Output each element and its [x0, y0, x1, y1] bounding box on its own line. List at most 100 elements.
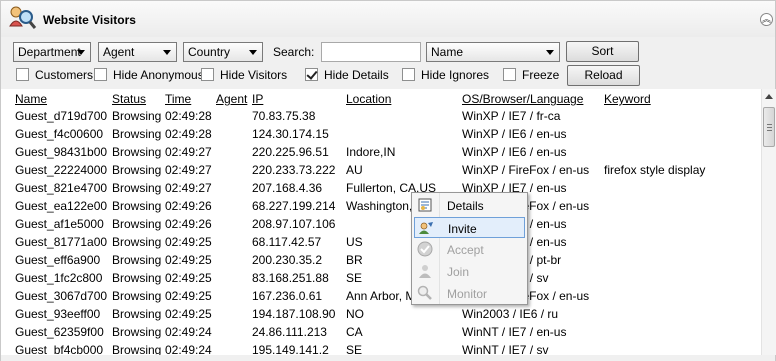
title-bar: Website Visitors ︽ — [1, 1, 775, 37]
table-row[interactable]: Guest_3067d700 Browsing 02:49:25 167.236.0.… — [1, 287, 761, 305]
cell-status: Browsing — [112, 181, 162, 195]
menu-item-accept[interactable]: Accept — [414, 239, 525, 260]
checkbox-label: Hide Details — [324, 68, 389, 82]
cell-status: Browsing — [112, 253, 162, 267]
cell-time: 02:49:24 — [165, 343, 212, 355]
visitors-magnifier-icon — [9, 6, 37, 29]
table-row[interactable]: Guest_22224000 Browsing 02:49:27 220.233.73… — [1, 161, 761, 179]
column-header-location[interactable]: Location — [346, 92, 391, 106]
grip-line — [767, 124, 772, 125]
chevron-down-icon — [163, 50, 171, 55]
cell-status: Browsing — [112, 109, 162, 123]
column-header-status[interactable]: Status — [112, 92, 146, 106]
window-title: Website Visitors — [43, 13, 136, 27]
column-header-os-browser-language[interactable]: OS/Browser/Language — [462, 92, 583, 106]
cell-status: Browsing — [112, 163, 162, 177]
menu-item-label: Details — [447, 199, 484, 213]
table-row[interactable]: Guest_98431b00 Browsing 02:49:27 220.225.96… — [1, 143, 761, 161]
column-header-time[interactable]: Time — [165, 92, 191, 106]
column-header-agent[interactable]: Agent — [216, 92, 247, 106]
search-label: Search: — [273, 45, 315, 59]
table-row[interactable]: Guest_93eeff00 Browsing 02:49:25 194.187.10… — [1, 305, 761, 323]
menu-item-details[interactable]: Details — [414, 195, 525, 216]
search-input[interactable] — [321, 42, 421, 62]
visitors-table: Name Status Time Agent IP Location OS/Br… — [1, 89, 761, 355]
agent-select[interactable]: Agent — [98, 42, 177, 62]
table-row[interactable]: Guest_d719d700 Browsing 02:49:28 70.83.75.3… — [1, 107, 761, 125]
cell-status: Browsing — [112, 343, 162, 355]
department-select[interactable]: Department — [13, 42, 91, 62]
cell-time: 02:49:28 — [165, 109, 212, 123]
checkbox-box — [402, 68, 415, 81]
table-row[interactable]: Guest_81771a00 Browsing 02:49:25 68.117.42.… — [1, 233, 761, 251]
table-row[interactable]: Guest_1fc2c800 Browsing 02:49:25 83.168.251… — [1, 269, 761, 287]
cell-name: Guest_821e4700 — [15, 181, 108, 195]
hide-details-checkbox[interactable]: Hide Details — [305, 68, 389, 84]
bottom-edge — [1, 355, 775, 361]
scroll-thumb[interactable] — [763, 107, 775, 147]
cell-name: Guest_af1e5000 — [15, 217, 104, 231]
cell-location: SE — [346, 343, 363, 355]
details-icon — [418, 198, 432, 212]
filter-toolbar: Department Agent Country Search: Name So… — [1, 37, 775, 89]
reload-button[interactable]: Reload — [567, 65, 640, 86]
country-select[interactable]: Country — [183, 42, 263, 62]
menu-item-join[interactable]: Join — [414, 261, 525, 282]
table-row[interactable]: Guest_62359f00 Browsing 02:49:24 24.86.111.… — [1, 323, 761, 341]
visitor-context-menu: Details Invite Accept Join Monitor — [411, 192, 528, 305]
cell-ip: 124.30.174.15 — [252, 127, 329, 141]
customers-checkbox[interactable]: Customers — [16, 68, 93, 84]
invite-icon — [419, 222, 433, 234]
cell-time: 02:49:27 — [165, 145, 212, 159]
cell-time: 02:49:25 — [165, 271, 212, 285]
cell-name: Guest_d719d700 — [15, 109, 108, 123]
table-row[interactable]: Guest_af1e5000 Browsing 02:49:26 208.97.107… — [1, 215, 761, 233]
sort-field-select[interactable]: Name — [426, 42, 560, 62]
cell-ip: 68.117.42.57 — [252, 235, 322, 249]
cell-os-browser-language: WinXP / FireFox / en-us — [462, 163, 590, 177]
table-row[interactable]: Guest_f4c00600 Browsing 02:49:28 124.30.174… — [1, 125, 761, 143]
checkbox-box — [503, 68, 516, 81]
menu-item-invite[interactable]: Invite — [414, 217, 525, 238]
cell-os-browser-language: WinNT / IE7 / en-us — [462, 325, 567, 339]
sort-field-value: Name — [431, 45, 464, 59]
column-header-keyword[interactable]: Keyword — [604, 92, 651, 106]
collapse-chevron-icon[interactable]: ︽ — [760, 13, 773, 26]
cell-ip: 208.97.107.106 — [252, 217, 336, 231]
cell-time: 02:49:25 — [165, 253, 212, 267]
scroll-up-arrow-icon[interactable] — [765, 94, 773, 99]
vertical-scrollbar[interactable] — [761, 89, 776, 355]
menu-item-label: Accept — [447, 243, 484, 257]
cell-time: 02:49:25 — [165, 289, 212, 303]
cell-status: Browsing — [112, 289, 162, 303]
cell-name: Guest_98431b00 — [15, 145, 108, 159]
cell-status: Browsing — [112, 145, 162, 159]
freeze-checkbox[interactable]: Freeze — [503, 68, 559, 84]
cell-name: Guest_f4c00600 — [15, 127, 104, 141]
checkbox-label: Freeze — [522, 68, 560, 82]
grip-line — [767, 127, 772, 128]
cell-os-browser-language: WinXP / IE7 / fr-ca — [462, 109, 561, 123]
hide-anonymous-checkbox[interactable]: Hide Anonymous — [94, 68, 204, 84]
sort-button[interactable]: Sort — [566, 41, 639, 62]
cell-status: Browsing — [112, 325, 162, 339]
agent-select-value: Agent — [103, 45, 135, 59]
menu-item-monitor[interactable]: Monitor — [414, 283, 525, 304]
table-row[interactable]: Guest_bf4cb000 Browsing 02:49:24 195.149.14… — [1, 341, 761, 355]
hide-visitors-checkbox[interactable]: Hide Visitors — [201, 68, 287, 84]
table-row[interactable]: Guest_ea122e00 Browsing 02:49:26 68.227.199… — [1, 197, 761, 215]
checkbox-box — [16, 68, 29, 81]
table-row[interactable]: Guest_eff6a900 Browsing 02:49:25 200.230.35… — [1, 251, 761, 269]
checkbox-box — [94, 68, 107, 81]
column-header-name[interactable]: Name — [15, 92, 47, 106]
hide-ignores-checkbox[interactable]: Hide Ignores — [402, 68, 489, 84]
chevron-down-icon — [77, 50, 85, 55]
column-header-ip[interactable]: IP — [252, 92, 263, 106]
chevron-down-icon — [546, 50, 554, 55]
accept-icon — [417, 241, 433, 257]
cell-name: Guest_62359f00 — [15, 325, 104, 339]
cell-time: 02:49:25 — [165, 307, 212, 321]
cell-ip: 220.225.96.51 — [252, 145, 329, 159]
cell-time: 02:49:27 — [165, 163, 212, 177]
table-row[interactable]: Guest_821e4700 Browsing 02:49:27 207.168.4.… — [1, 179, 761, 197]
